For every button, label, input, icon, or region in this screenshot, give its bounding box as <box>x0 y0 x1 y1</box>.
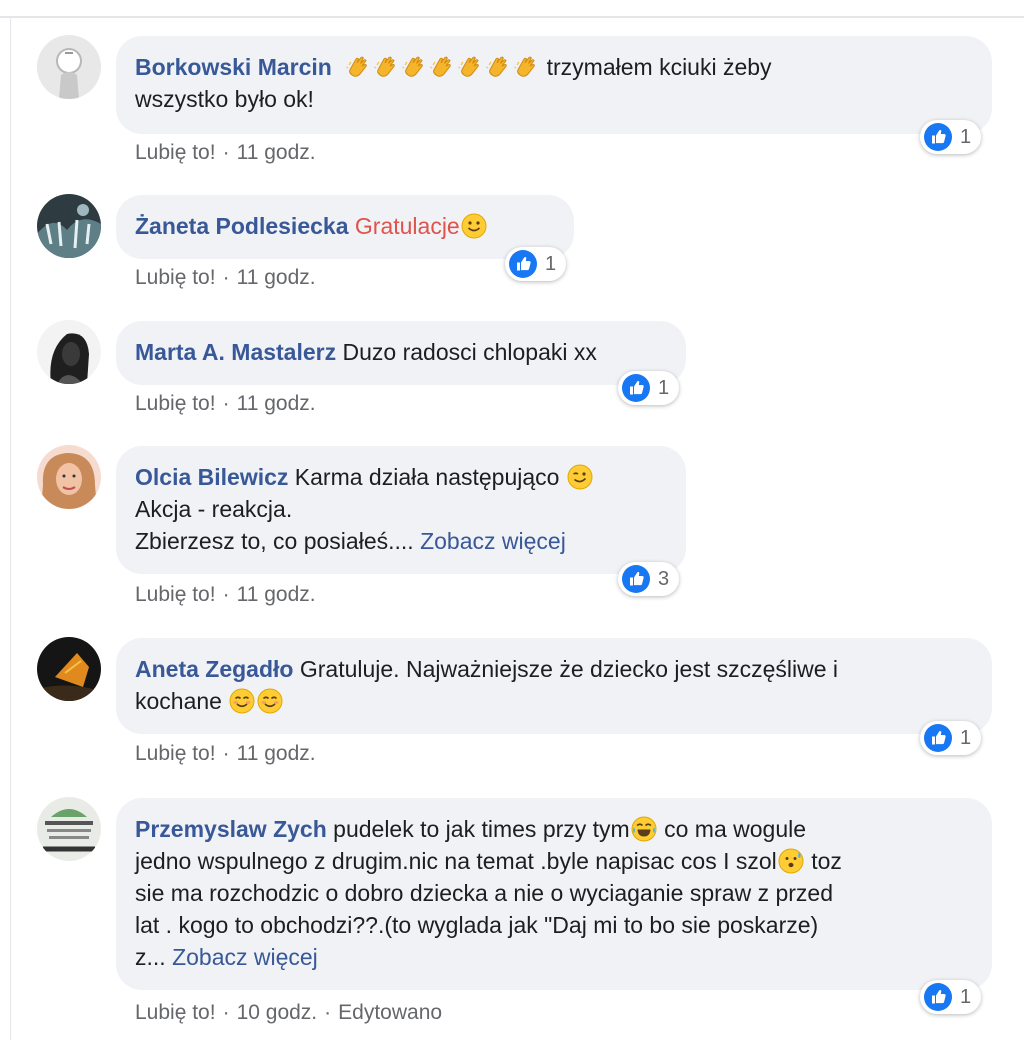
timestamp[interactable]: 11 godz. <box>237 583 316 606</box>
timestamp[interactable]: 11 godz. <box>237 266 316 289</box>
like-button[interactable]: Lubię to! <box>135 1001 216 1024</box>
comment-text: pudelek to jak times przy tym <box>333 816 630 842</box>
comment-text: Akcja - reakcja. <box>135 496 293 522</box>
comment-author[interactable]: Olcia Bilewicz <box>135 464 288 490</box>
comment-meta: Lubię to! · 11 godz. <box>135 583 316 606</box>
edited-label: Edytowano <box>338 1001 443 1024</box>
face-with-tears-of-joy-icon <box>631 816 657 842</box>
timestamp[interactable]: 11 godz. <box>237 742 316 765</box>
comment-meta: Lubię to! · 10 godz. · Edytowano <box>135 1001 443 1024</box>
avatar[interactable] <box>37 35 101 99</box>
comment-bubble: Olcia Bilewicz Karma działa następująco … <box>116 446 686 574</box>
comment-bubble: Aneta Zegadło Gratuluje. Najważniejsze ż… <box>116 638 992 734</box>
comment-author[interactable]: Borkowski Marcin <box>135 54 332 80</box>
avatar[interactable] <box>37 320 101 384</box>
like-thumb-icon <box>509 250 537 278</box>
reaction-count[interactable]: 1 <box>920 120 982 154</box>
like-button[interactable]: Lubię to! <box>135 742 216 765</box>
like-button[interactable]: Lubię to! <box>135 266 216 289</box>
comment-text: sie ma rozchodzic o dobro dziecka a nie … <box>135 880 834 906</box>
timestamp[interactable]: 11 godz. <box>237 392 316 415</box>
like-thumb-icon <box>622 374 650 402</box>
comment-text: jedno wspulnego z drugim.nic na temat .b… <box>135 848 777 874</box>
comment-meta: Lubię to! · 11 godz. <box>135 141 316 164</box>
reaction-count[interactable]: 1 <box>618 371 680 405</box>
see-more-link[interactable]: Zobacz więcej <box>420 528 566 554</box>
reaction-count[interactable]: 3 <box>618 562 680 596</box>
comment-text: lat . kogo to obchodzi??.(to wyglada jak… <box>135 912 819 938</box>
comment-author[interactable]: Marta A. Mastalerz <box>135 339 336 365</box>
timestamp[interactable]: 11 godz. <box>237 141 316 164</box>
reaction-count[interactable]: 1 <box>920 980 982 1014</box>
comment-text: kochane <box>135 688 222 714</box>
comment-meta: Lubię to! · 11 godz. <box>135 392 316 415</box>
comment-text: Duzo radosci chlopaki xx <box>342 339 597 365</box>
comment-text: Zbierzesz to, co posiałeś.... <box>135 528 414 554</box>
comment-text: wszystko było ok! <box>135 86 314 112</box>
comment-bubble: Żaneta Podlesiecka Gratulacje <box>116 195 574 259</box>
face-with-open-mouth-sweat-icon <box>778 848 804 874</box>
like-thumb-icon <box>924 983 952 1011</box>
timestamp[interactable]: 10 godz. <box>237 1001 318 1024</box>
comment-author[interactable]: Aneta Zegadło <box>135 656 293 682</box>
comment-text: z... <box>135 944 166 970</box>
avatar[interactable] <box>37 194 101 258</box>
comment-meta: Lubię to! · 11 godz. <box>135 266 316 289</box>
reaction-count[interactable]: 1 <box>505 247 567 281</box>
like-button[interactable]: Lubię to! <box>135 583 216 606</box>
like-thumb-icon <box>924 724 952 752</box>
comment-text: Gratulacje <box>354 213 460 239</box>
like-button[interactable]: Lubię to! <box>135 141 216 164</box>
comment-text: toz <box>811 848 842 874</box>
winking-face-icon <box>567 464 593 490</box>
comment-bubble: Przemyslaw Zych pudelek to jak times prz… <box>116 798 992 990</box>
comment-text: Gratuluje. Najważniejsze że dziecko jest… <box>299 656 839 682</box>
comment-bubble: Borkowski Marcin trzymałem kciuki żeby w… <box>116 36 992 134</box>
like-thumb-icon <box>622 565 650 593</box>
comment-text: Karma działa następująco <box>294 464 560 490</box>
avatar[interactable] <box>37 637 101 701</box>
comment-bubble: Marta A. Mastalerz Duzo radosci chlopaki… <box>116 321 686 385</box>
avatar[interactable] <box>37 797 101 861</box>
clapping-hands-icon <box>344 54 540 80</box>
reaction-count[interactable]: 1 <box>920 721 982 755</box>
like-button[interactable]: Lubię to! <box>135 392 216 415</box>
like-thumb-icon <box>924 123 952 151</box>
smiling-face-with-smiling-eyes-icon <box>228 688 284 714</box>
comment-text: co ma wogule <box>664 816 807 842</box>
left-divider <box>10 18 11 1040</box>
top-divider <box>0 16 1024 18</box>
see-more-link[interactable]: Zobacz więcej <box>172 944 318 970</box>
comment-text: trzymałem kciuki żeby <box>546 54 772 80</box>
comment-meta: Lubię to! · 11 godz. <box>135 742 316 765</box>
comment-author[interactable]: Żaneta Podlesiecka <box>135 213 349 239</box>
slightly-smiling-face-icon <box>461 213 487 239</box>
comment-author[interactable]: Przemyslaw Zych <box>135 816 327 842</box>
avatar[interactable] <box>37 445 101 509</box>
